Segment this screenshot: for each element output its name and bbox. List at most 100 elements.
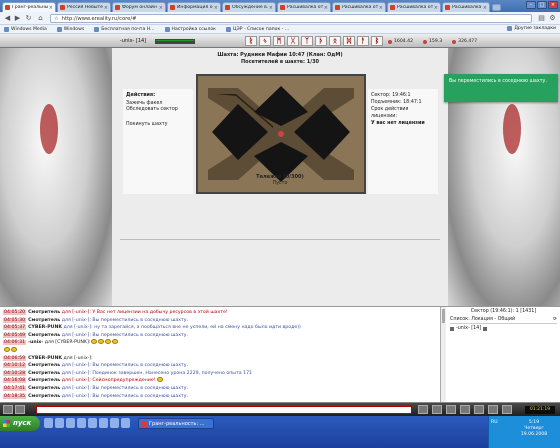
message-time[interactable]: 04:10:28 xyxy=(3,370,27,376)
message-time[interactable]: 04:06:31 xyxy=(3,340,27,346)
smiley-icon[interactable] xyxy=(15,405,25,414)
message-time[interactable]: 04:06:59 xyxy=(3,355,27,361)
tools-menu-icon[interactable]: ⚙ xyxy=(548,14,557,23)
maximize-button[interactable]: □ xyxy=(537,1,547,9)
message-author[interactable]: Смотритель xyxy=(28,378,60,383)
exit-icon[interactable] xyxy=(502,405,512,414)
menu-rune-button[interactable]: ᛒ xyxy=(371,36,383,46)
menu-rune-button[interactable]: ᛗ xyxy=(273,36,285,46)
address-bar[interactable]: ☆ http://www.ereality.ru/core/# xyxy=(50,14,532,23)
menu-rune-button[interactable]: ᛃ xyxy=(259,36,271,46)
leave-mine-link[interactable]: Покинуть шахту xyxy=(126,122,190,127)
bookmark-item[interactable]: Настройка ссылок xyxy=(164,26,216,32)
settings-icon[interactable] xyxy=(474,405,484,414)
close-icon[interactable]: × xyxy=(434,5,438,11)
refresh-icon[interactable]: ⟳ xyxy=(553,317,557,322)
quick-launch-icon[interactable] xyxy=(88,418,97,428)
bookmark-item[interactable]: ЦЭР - Список папок - ... xyxy=(225,26,289,32)
close-icon[interactable]: × xyxy=(269,5,273,11)
online-list-label[interactable]: Список: Локация - Общий xyxy=(450,317,515,322)
quick-launch-icon[interactable] xyxy=(44,418,53,428)
message-time[interactable]: 04:16:08 xyxy=(3,378,27,384)
message-author[interactable]: Смотритель xyxy=(28,394,60,399)
back-button[interactable]: ◀ xyxy=(3,14,12,23)
menu-rune-button[interactable]: ᛉ xyxy=(301,36,313,46)
message-author[interactable]: Смотритель xyxy=(28,310,60,315)
notification-popup[interactable]: Вы переместились в соседнюю шахту. xyxy=(444,74,558,102)
message-time[interactable]: 04:17:41 xyxy=(3,385,27,391)
window-close-button[interactable]: × xyxy=(548,1,558,9)
scroll-thumb[interactable] xyxy=(442,309,445,323)
browser-tab[interactable]: Форум онлайн и...× xyxy=(112,2,166,12)
message-author[interactable]: Смотритель xyxy=(28,318,60,323)
quick-launch-icon[interactable] xyxy=(77,418,86,428)
chat-scrollbar[interactable] xyxy=(440,307,446,403)
quick-launch-icon[interactable] xyxy=(121,418,130,428)
menu-rune-button[interactable]: ᚱ xyxy=(245,36,257,46)
quick-launch-icon[interactable] xyxy=(110,418,119,428)
browser-tab[interactable]: Расшивалка от ...× xyxy=(442,2,490,12)
message-author[interactable]: Смотритель xyxy=(28,333,60,338)
star-icon[interactable]: ☆ xyxy=(54,16,59,22)
message-author[interactable]: Смотритель xyxy=(28,386,60,391)
home-button[interactable]: ⌂ xyxy=(36,14,45,23)
close-icon[interactable]: × xyxy=(483,5,487,11)
browser-tab[interactable]: Расшивалка от ...× xyxy=(387,2,441,12)
message-time[interactable]: 04:18:35 xyxy=(3,393,27,399)
filter-icon[interactable] xyxy=(446,405,456,414)
browser-tab[interactable]: Информация о...× xyxy=(167,2,221,12)
menu-rune-button[interactable]: ᚷ xyxy=(287,36,299,46)
message-time[interactable]: 04:05:37 xyxy=(3,325,27,331)
message-time[interactable]: 04:05:20 xyxy=(3,310,27,315)
info-icon[interactable] xyxy=(483,326,488,331)
page-menu-icon[interactable]: ▤ xyxy=(537,14,546,23)
forward-button[interactable]: ▶ xyxy=(13,14,22,23)
taskbar-window-button[interactable]: Гранг-реальность: ... xyxy=(138,418,214,429)
message-author[interactable]: -unix- xyxy=(28,340,43,345)
menu-rune-button[interactable]: ᛞ xyxy=(343,36,355,46)
sound-icon[interactable] xyxy=(460,405,470,414)
online-user[interactable]: -unix- [14] xyxy=(450,326,557,331)
close-icon[interactable]: × xyxy=(214,5,218,11)
message-author[interactable]: Смотритель xyxy=(28,363,60,368)
bookmark-item[interactable]: Бесплатная почта H... xyxy=(94,26,155,32)
menu-rune-button[interactable]: ᚦ xyxy=(315,36,327,46)
new-tab-button[interactable] xyxy=(492,4,501,11)
browser-tab[interactable]: Рессия Невыте...× xyxy=(57,2,111,12)
start-button[interactable]: пуск xyxy=(0,416,40,431)
menu-rune-button[interactable]: ᚨ xyxy=(357,36,369,46)
chat-log[interactable]: 04:05:20 Смотритель для [-unix-]: У Вас н… xyxy=(0,307,440,403)
quick-launch-icon[interactable] xyxy=(55,418,64,428)
chat-input[interactable] xyxy=(36,406,412,414)
quick-launch-icon[interactable] xyxy=(99,418,108,428)
bookmark-item[interactable]: Windows Media xyxy=(4,26,47,32)
minimize-button[interactable]: – xyxy=(526,1,536,9)
message-author[interactable]: CYBER-PUNK xyxy=(28,325,62,330)
message-time[interactable]: 04:10:12 xyxy=(3,363,27,369)
online-user-name[interactable]: -unix- [14] xyxy=(456,326,481,331)
light-torch-link[interactable]: Зажечь факел xyxy=(126,101,190,106)
message-time[interactable]: 04:05:30 xyxy=(3,317,27,323)
chat-mode-icon[interactable] xyxy=(3,405,13,414)
clear-icon[interactable] xyxy=(432,405,442,414)
browser-tab[interactable]: Расшивалка от ...× xyxy=(277,2,331,12)
other-bookmarks[interactable]: Другие закладки xyxy=(507,26,556,31)
menu-rune-button[interactable]: ᛟ xyxy=(329,36,341,46)
close-icon[interactable]: × xyxy=(379,5,383,11)
message-author[interactable]: CYBER-PUNK xyxy=(28,356,62,361)
player-name[interactable]: -unix- [14] xyxy=(120,38,146,44)
close-icon[interactable]: × xyxy=(159,5,163,11)
bookmark-item[interactable]: Windows xyxy=(56,26,84,32)
language-indicator[interactable]: RU xyxy=(491,420,498,425)
close-icon[interactable]: × xyxy=(49,5,53,11)
reload-button[interactable]: ↻ xyxy=(24,14,33,23)
translit-icon[interactable] xyxy=(488,405,498,414)
close-icon[interactable]: × xyxy=(104,5,108,11)
browser-tab[interactable]: Расшивалка от ...× xyxy=(332,2,386,12)
close-icon[interactable]: × xyxy=(324,5,328,11)
browser-tab[interactable]: Обсуждение в... × xyxy=(222,2,276,12)
send-icon[interactable] xyxy=(418,405,428,414)
message-author[interactable]: Смотритель xyxy=(28,371,60,376)
message-time[interactable]: 04:05:49 xyxy=(3,332,27,338)
explore-sector-link[interactable]: Обследовать сектор xyxy=(126,107,190,112)
